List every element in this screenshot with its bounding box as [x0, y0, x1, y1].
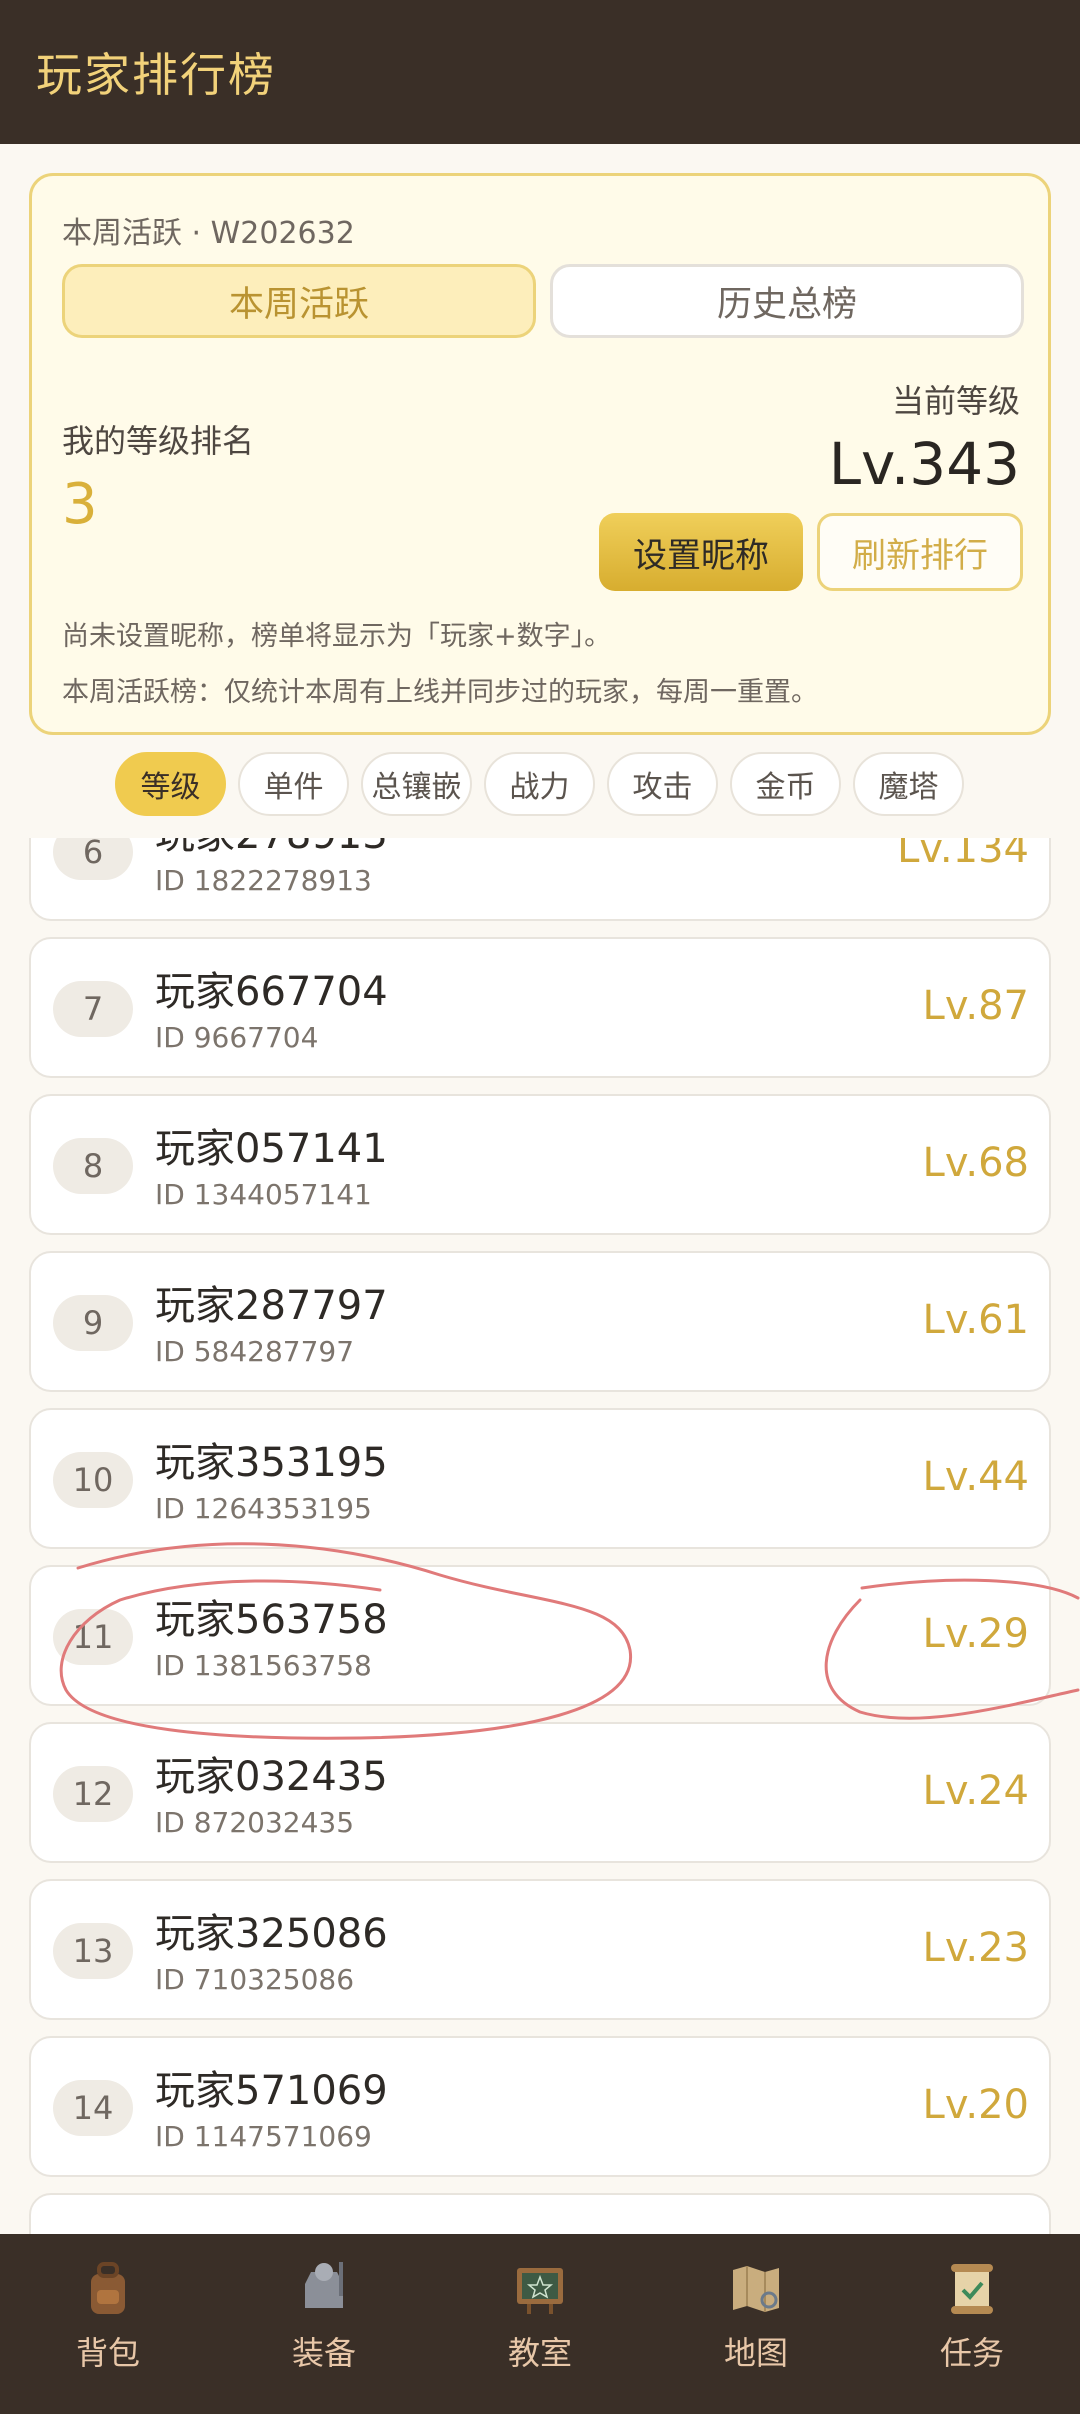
list-item[interactable]: 8 玩家057141 ID 1344057141 Lv.68: [29, 1094, 1051, 1235]
nav-label: 教室: [507, 2334, 572, 2372]
rank-badge: 14: [53, 2080, 133, 2136]
map-icon: [733, 2266, 779, 2312]
player-id: ID 1381563758: [155, 1649, 372, 1682]
my-rank-label: 我的等级排名: [62, 422, 255, 460]
player-level: Lv.87: [922, 983, 1029, 1029]
nav-label: 任务: [939, 2334, 1004, 2372]
list-item[interactable]: 6 玩家278913 ID 1822278913 Lv.134: [29, 838, 1051, 921]
chip-single-item[interactable]: 单件: [238, 752, 349, 816]
chip-total-inlay[interactable]: 总镶嵌: [361, 752, 472, 816]
player-id: ID 584287797: [155, 1335, 355, 1368]
player-name: 玩家032435: [155, 1754, 388, 1800]
player-name: 玩家563758: [155, 1597, 388, 1643]
player-level: Lv.20: [922, 2082, 1029, 2128]
list-item[interactable]: 7 玩家667704 ID 9667704 Lv.87: [29, 937, 1051, 1078]
nav-map[interactable]: 地图: [648, 2234, 864, 2414]
rank-badge: 11: [53, 1609, 133, 1665]
player-id: ID 9667704: [155, 1021, 319, 1054]
my-rank-value: 3: [62, 472, 98, 537]
armor-icon: [305, 2262, 343, 2308]
rank-badge: 13: [53, 1923, 133, 1979]
current-level-label: 当前等级: [891, 382, 1020, 420]
quest-scroll-icon: [951, 2264, 993, 2314]
rank-badge: 10: [53, 1452, 133, 1508]
bottom-nav: 背包 装备 教室 地图 任务: [0, 2234, 1080, 2414]
list-item[interactable]: 9 玩家287797 ID 584287797 Lv.61: [29, 1251, 1051, 1392]
rank-badge: 8: [53, 1138, 133, 1194]
player-name: 玩家278913: [155, 838, 388, 860]
nickname-hint: 尚未设置昵称，榜单将显示为「玩家+数字」。: [62, 621, 612, 652]
list-item-partial[interactable]: [29, 2193, 1051, 2234]
chip-attack[interactable]: 攻击: [607, 752, 718, 816]
page-title: 玩家排行榜: [36, 48, 276, 102]
ranking-list[interactable]: 6 玩家278913 ID 1822278913 Lv.134 7 玩家6677…: [0, 838, 1080, 2234]
category-filter: 等级 单件 总镶嵌 战力 攻击 金币 魔塔: [0, 752, 1080, 816]
set-nickname-button[interactable]: 设置昵称: [599, 513, 803, 591]
rank-badge: 12: [53, 1766, 133, 1822]
chip-level[interactable]: 等级: [115, 752, 226, 816]
chip-gold[interactable]: 金币: [730, 752, 841, 816]
current-level-value: Lv.343: [828, 430, 1020, 498]
player-level: Lv.44: [922, 1454, 1029, 1500]
backpack-icon: [91, 2262, 125, 2314]
tab-all-time[interactable]: 历史总榜: [550, 264, 1024, 338]
list-item[interactable]: 11 玩家563758 ID 1381563758 Lv.29: [29, 1565, 1051, 1706]
classroom-board-icon: [517, 2268, 563, 2314]
list-item[interactable]: 10 玩家353195 ID 1264353195 Lv.44: [29, 1408, 1051, 1549]
player-id: ID 1147571069: [155, 2120, 372, 2153]
list-item[interactable]: 13 玩家325086 ID 710325086 Lv.23: [29, 1879, 1051, 2020]
player-id: ID 710325086: [155, 1963, 355, 1996]
player-name: 玩家287797: [155, 1283, 388, 1329]
refresh-ranking-button[interactable]: 刷新排行: [817, 513, 1023, 591]
player-name: 玩家325086: [155, 1911, 388, 1957]
list-item[interactable]: 12 玩家032435 ID 872032435 Lv.24: [29, 1722, 1051, 1863]
rank-badge: 9: [53, 1295, 133, 1351]
list-item[interactable]: 14 玩家571069 ID 1147571069 Lv.20: [29, 2036, 1051, 2177]
player-id: ID 1344057141: [155, 1178, 372, 1211]
weekly-rule-hint: 本周活跃榜：仅统计本周有上线并同步过的玩家，每周一重置。: [62, 677, 818, 708]
player-level: Lv.23: [922, 1925, 1029, 1971]
nav-backpack[interactable]: 背包: [0, 2234, 216, 2414]
player-level: Lv.29: [922, 1611, 1029, 1657]
app-header: 玩家排行榜: [0, 0, 1080, 144]
week-label: 本周活跃 · W202632: [62, 216, 355, 251]
summary-card: 本周活跃 · W202632 本周活跃 历史总榜 我的等级排名 3 当前等级 L…: [29, 173, 1051, 735]
player-name: 玩家667704: [155, 969, 388, 1015]
chip-magic-tower[interactable]: 魔塔: [853, 752, 964, 816]
rank-badge: 6: [53, 838, 133, 880]
nav-quest[interactable]: 任务: [864, 2234, 1080, 2414]
player-id: ID 1822278913: [155, 864, 372, 897]
nav-label: 装备: [291, 2334, 356, 2372]
player-name: 玩家571069: [155, 2068, 388, 2114]
tab-weekly-active[interactable]: 本周活跃: [62, 264, 536, 338]
nav-label: 地图: [723, 2334, 788, 2372]
nav-label: 背包: [75, 2334, 140, 2372]
leaderboard-screen: 玩家排行榜 本周活跃 · W202632 本周活跃 历史总榜 我的等级排名 3 …: [0, 0, 1080, 2414]
chip-power[interactable]: 战力: [484, 752, 595, 816]
player-name: 玩家353195: [155, 1440, 388, 1486]
rank-badge: 7: [53, 981, 133, 1037]
player-id: ID 1264353195: [155, 1492, 372, 1525]
player-name: 玩家057141: [155, 1126, 388, 1172]
player-level: Lv.68: [922, 1140, 1029, 1186]
player-level: Lv.134: [897, 838, 1029, 872]
player-level: Lv.61: [922, 1297, 1029, 1343]
nav-classroom[interactable]: 教室: [432, 2234, 648, 2414]
player-id: ID 872032435: [155, 1806, 355, 1839]
nav-equipment[interactable]: 装备: [216, 2234, 432, 2414]
player-level: Lv.24: [922, 1768, 1029, 1814]
